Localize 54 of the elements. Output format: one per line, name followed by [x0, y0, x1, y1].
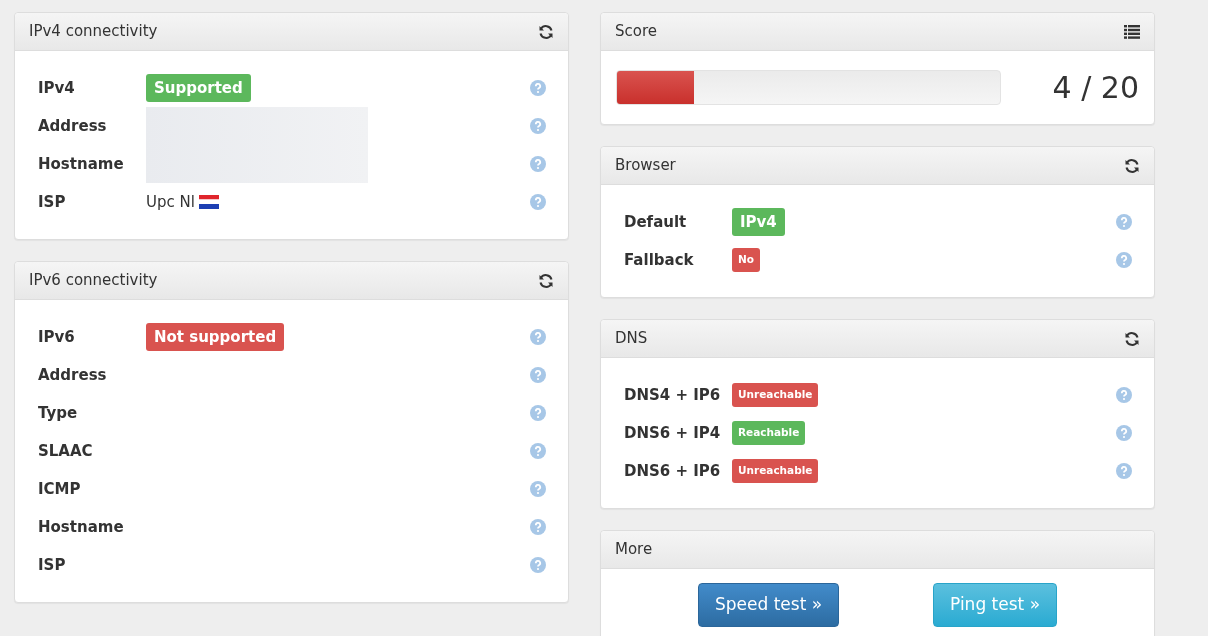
- help-icon[interactable]: [1116, 214, 1132, 230]
- status-badge: Unreachable: [732, 383, 819, 407]
- panel-title: More: [615, 539, 653, 561]
- status-badge: Supported: [146, 73, 251, 103]
- score-value: 4 / 20: [1051, 69, 1139, 107]
- field-label: IPv6: [38, 326, 76, 348]
- list-icon[interactable]: [1124, 24, 1140, 39]
- field-label: Fallback: [624, 249, 695, 271]
- ping-test-button[interactable]: Ping test »: [933, 583, 1058, 627]
- help-icon[interactable]: [530, 519, 546, 535]
- field-label: DNS6 + IP6: [624, 460, 722, 482]
- status-badge: Not supported: [146, 322, 285, 352]
- help-icon[interactable]: [1116, 252, 1132, 268]
- field-label: DNS6 + IP4: [624, 422, 722, 444]
- refresh-icon[interactable]: [1124, 330, 1140, 347]
- help-icon[interactable]: [530, 405, 546, 421]
- field-label: SLAAC: [38, 440, 94, 462]
- field-label: Type: [38, 402, 79, 424]
- help-icon[interactable]: [1116, 425, 1132, 441]
- help-icon[interactable]: [530, 118, 546, 134]
- status-badge: No: [732, 248, 760, 272]
- panel-title: Browser: [615, 155, 676, 177]
- help-icon[interactable]: [530, 481, 546, 497]
- help-icon[interactable]: [530, 194, 546, 210]
- field-label: Hostname: [38, 516, 125, 538]
- help-icon[interactable]: [530, 367, 546, 383]
- help-icon[interactable]: [1116, 463, 1132, 479]
- status-badge: Unreachable: [732, 459, 819, 483]
- field-label: Address: [38, 115, 108, 137]
- help-icon[interactable]: [1116, 387, 1132, 403]
- status-badge: IPv4: [732, 207, 785, 237]
- help-icon[interactable]: [530, 80, 546, 96]
- field-label: DNS4 + IP6: [624, 384, 722, 406]
- status-badge: Reachable: [732, 421, 806, 445]
- help-icon[interactable]: [530, 443, 546, 459]
- field-value: Upc Nl: [146, 191, 195, 213]
- help-icon[interactable]: [530, 156, 546, 172]
- field-label: ISP: [38, 191, 67, 213]
- refresh-icon[interactable]: [538, 23, 554, 40]
- field-label: ICMP: [38, 478, 82, 500]
- panel-title: IPv4 connectivity: [29, 21, 158, 43]
- panel-title: DNS: [615, 328, 648, 350]
- field-label: Default: [624, 211, 688, 233]
- refresh-icon[interactable]: [538, 272, 554, 289]
- help-icon[interactable]: [530, 557, 546, 573]
- field-label: Hostname: [38, 153, 125, 175]
- field-label: ISP: [38, 554, 67, 576]
- help-icon[interactable]: [530, 329, 546, 345]
- field-label: Address: [38, 364, 108, 386]
- field-label: IPv4: [38, 77, 76, 99]
- panel-title: Score: [615, 21, 657, 43]
- speed-test-button[interactable]: Speed test »: [697, 583, 840, 627]
- refresh-icon[interactable]: [1124, 157, 1140, 174]
- panel-title: IPv6 connectivity: [29, 270, 158, 292]
